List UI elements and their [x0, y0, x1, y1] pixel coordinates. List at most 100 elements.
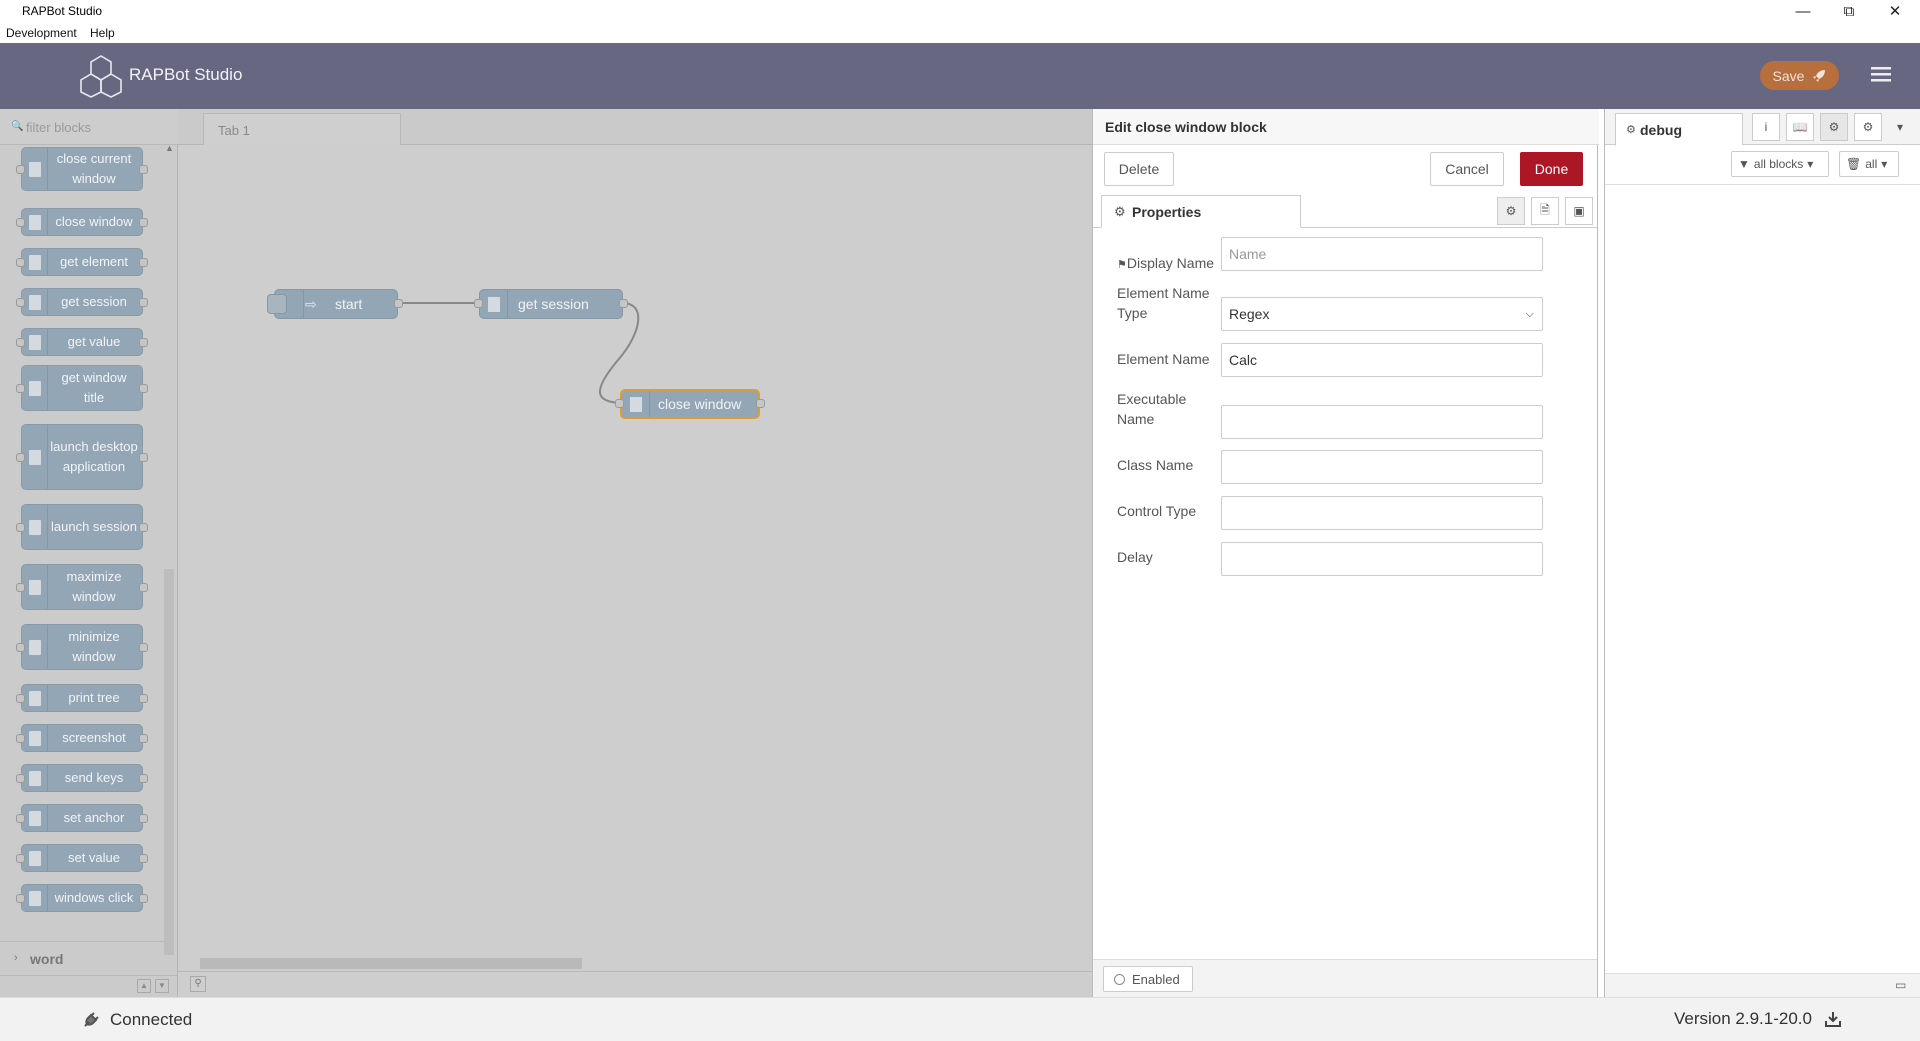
chevron-right-icon: › — [14, 952, 18, 964]
palette-node-launch-desktop-application[interactable]: launch desktop application — [16, 424, 148, 490]
collapse-all-icon[interactable]: ▲ — [137, 979, 151, 993]
document-icon — [22, 329, 48, 355]
palette-node-maximize-window[interactable]: maximize window — [16, 564, 148, 610]
close-icon[interactable]: ✕ — [1872, 0, 1918, 22]
palette-node-set-value[interactable]: set value — [16, 844, 148, 872]
document-icon — [22, 249, 48, 275]
done-button[interactable]: Done — [1520, 152, 1583, 186]
save-button[interactable]: Save — [1760, 61, 1839, 90]
tag-icon: ⚑ — [1117, 259, 1127, 271]
palette-node-minimize-window[interactable]: minimize window — [16, 624, 148, 670]
download-icon[interactable] — [1824, 1010, 1842, 1028]
minimize-icon[interactable]: — — [1780, 0, 1826, 22]
palette-node-close-window[interactable]: close window — [16, 208, 148, 236]
menu-development[interactable]: Development — [6, 26, 77, 40]
scroll-up-icon[interactable]: ▲ — [165, 143, 174, 153]
flow-node-close-window[interactable]: close window — [615, 389, 765, 419]
menu-help[interactable]: Help — [90, 26, 115, 40]
sidebar: ⚙ debug i 📖 ⚙ ⚙ ▾ ▼ all blocks ▾ 🗑 all ▾… — [1604, 109, 1920, 997]
palette-node-set-anchor[interactable]: set anchor — [16, 804, 148, 832]
document-icon — [480, 290, 508, 318]
chevron-down-icon: ⌵ — [1525, 308, 1534, 320]
document-icon — [22, 725, 48, 751]
flow-node-start[interactable]: ⇨ start — [267, 289, 403, 319]
flow-node-label: start — [335, 296, 363, 312]
arrow-in-icon: ⇨ — [305, 296, 317, 312]
palette-node-get-element[interactable]: get element — [16, 248, 148, 276]
document-icon — [22, 505, 48, 549]
palette-node-get-session[interactable]: get session — [16, 288, 148, 316]
monitor-icon[interactable]: ▭ — [1895, 978, 1906, 992]
info-icon[interactable]: i — [1752, 113, 1780, 141]
bug-icon: ⚙ — [1626, 124, 1636, 136]
class-name-input[interactable] — [1221, 450, 1543, 484]
palette-node-windows-click[interactable]: windows click — [16, 884, 148, 912]
inject-button[interactable] — [267, 294, 287, 314]
flow-node-label: get session — [518, 296, 589, 312]
document-icon — [22, 685, 48, 711]
executable-name-input[interactable] — [1221, 405, 1543, 439]
filter-blocks[interactable]: 🔍 filter blocks — [0, 109, 178, 145]
palette-footer: ▲ ▼ — [0, 975, 178, 997]
filter-dropdown[interactable]: ▼ all blocks ▾ — [1731, 151, 1829, 177]
restore-icon[interactable]: ⧉ — [1826, 0, 1872, 22]
search-icon[interactable]: ⚲ — [190, 976, 206, 992]
tab-1[interactable]: Tab 1 — [203, 113, 401, 146]
delete-button[interactable]: Delete — [1104, 152, 1174, 186]
document-icon — [22, 625, 48, 669]
delay-input[interactable] — [1221, 542, 1543, 576]
document-icon — [22, 209, 48, 235]
bug-icon[interactable]: ⚙ — [1820, 113, 1848, 141]
control-type-input[interactable] — [1221, 496, 1543, 530]
workspace-hscrollbar[interactable] — [196, 955, 1066, 971]
palette-node-get-value[interactable]: get value — [16, 328, 148, 356]
tab-properties[interactable]: ⚙ Properties — [1101, 195, 1301, 228]
palette-scrollbar[interactable]: ▲ — [164, 143, 174, 955]
document-icon — [22, 425, 48, 489]
tab-debug[interactable]: ⚙ debug — [1615, 113, 1743, 146]
enabled-label: Enabled — [1132, 972, 1180, 987]
book-icon[interactable]: 📖 — [1786, 113, 1814, 141]
select-value: Regex — [1229, 306, 1270, 322]
hscroll-thumb[interactable] — [200, 958, 582, 969]
palette-node-close-current-window[interactable]: close current window — [16, 147, 148, 191]
class-name-label: Class Name — [1117, 457, 1194, 473]
document-icon — [22, 805, 48, 831]
display-name-input[interactable]: Name — [1221, 237, 1543, 271]
palette-scroll-thumb[interactable] — [164, 569, 174, 955]
description-icon[interactable]: 🗎 — [1531, 197, 1559, 225]
menubar: Development Help — [0, 24, 1920, 43]
flow-node-get-session[interactable]: get session — [474, 289, 628, 319]
enabled-toggle[interactable]: Enabled — [1103, 966, 1193, 992]
window-title: RAPBot Studio — [22, 4, 103, 18]
connection-status: Connected — [82, 1010, 192, 1030]
gear-icon[interactable]: ⚙ — [1854, 113, 1882, 141]
gear-icon[interactable]: ⚙ — [1497, 197, 1525, 225]
clear-dropdown[interactable]: 🗑 all ▾ — [1839, 151, 1899, 177]
palette-node-screenshot[interactable]: screenshot — [16, 724, 148, 752]
rocket-icon — [1813, 69, 1826, 82]
gear-icon: ⚙ — [1114, 204, 1126, 219]
control-type-label: Control Type — [1117, 503, 1197, 519]
tray-header: Edit close window block — [1093, 109, 1599, 145]
expand-all-icon[interactable]: ▼ — [155, 979, 169, 993]
logo-icon — [80, 55, 122, 98]
palette-node-get-window-title[interactable]: get window title — [16, 365, 148, 411]
palette-node-print-tree[interactable]: print tree — [16, 684, 148, 712]
caret-down-icon: ▾ — [1807, 157, 1814, 171]
window-titlebar: RAPBot Studio — ⧉ ✕ — [0, 0, 1920, 24]
flow-canvas[interactable]: ⇨ start get session close window — [178, 145, 1092, 951]
element-name-type-select[interactable]: Regex ⌵ — [1221, 297, 1543, 331]
document-icon — [622, 391, 650, 417]
palette-node-launch-session[interactable]: launch session — [16, 504, 148, 550]
hamburger-menu-icon[interactable] — [1868, 61, 1894, 87]
document-icon — [22, 366, 48, 410]
category-word[interactable]: › word — [0, 941, 164, 975]
document-icon — [22, 289, 48, 315]
caret-down-icon[interactable]: ▾ — [1886, 113, 1914, 141]
element-name-input[interactable]: Calc — [1221, 343, 1543, 377]
palette-node-send-keys[interactable]: send keys — [16, 764, 148, 792]
appearance-icon[interactable]: ▣ — [1565, 197, 1593, 225]
document-icon — [22, 885, 48, 911]
cancel-button[interactable]: Cancel — [1430, 152, 1504, 186]
